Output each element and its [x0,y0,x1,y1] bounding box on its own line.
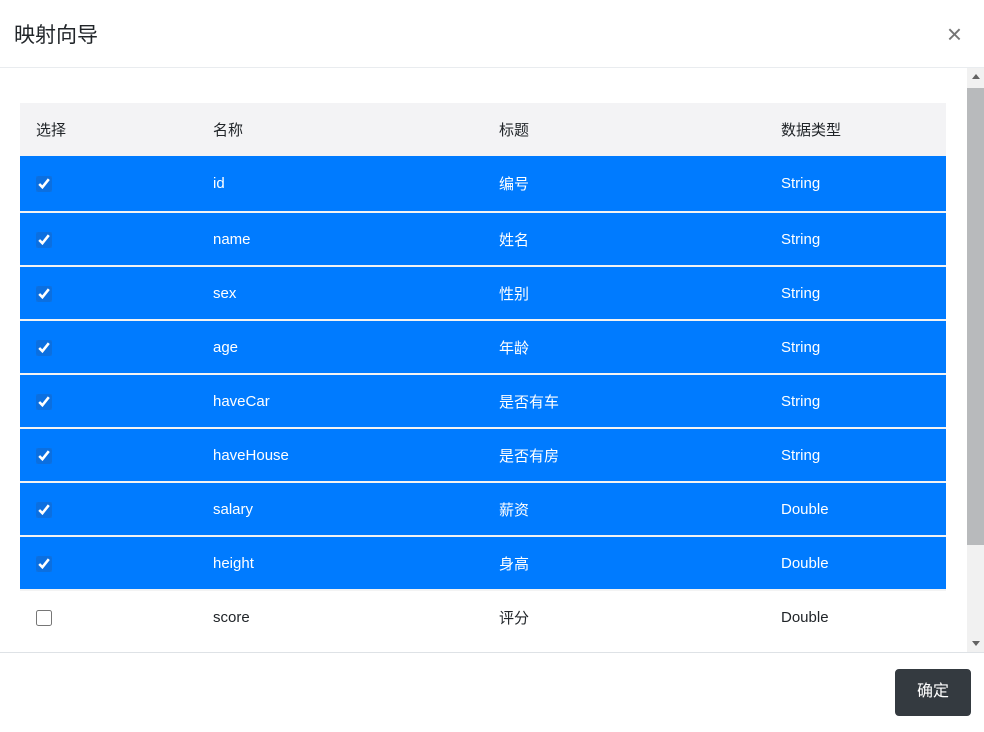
row-select-checkbox[interactable] [36,176,52,193]
cell-title: 评分 [483,589,765,644]
table-row[interactable]: haveCar 是否有车 String [20,373,946,428]
row-select-checkbox[interactable] [36,447,52,464]
cell-name: score [197,589,483,644]
table-body: id 编号 String name 姓名 String sex 性别 String age 年龄 St… [20,156,946,644]
column-header-datatype: 数据类型 [765,103,946,156]
cell-type: String [765,156,946,212]
column-header-select: 选择 [20,103,197,156]
cell-select [20,211,197,266]
table-row[interactable]: haveHouse 是否有房 String [20,427,946,482]
vertical-scrollbar[interactable] [967,68,984,652]
column-header-name: 名称 [197,103,483,156]
confirm-button[interactable]: 确定 [894,669,971,716]
column-header-title: 标题 [483,103,765,156]
cell-title: 年龄 [483,319,765,374]
cell-title: 是否有车 [483,373,765,428]
row-select-checkbox[interactable] [36,339,52,356]
scrollbar-thumb[interactable] [967,88,984,545]
row-select-checkbox[interactable] [36,285,52,302]
row-select-checkbox[interactable] [36,393,52,410]
cell-title: 编号 [483,156,765,212]
cell-title: 姓名 [483,211,765,266]
cell-name: age [197,319,483,374]
cell-select [20,156,197,212]
cell-name: salary [197,481,483,536]
arrow-up-icon [971,74,980,79]
cell-type: Double [765,589,946,644]
cell-name: name [197,211,483,266]
cell-select [20,427,197,482]
cell-type: String [765,211,946,266]
cell-name: sex [197,265,483,320]
table-header-row: 选择 名称 标题 数据类型 [20,103,946,156]
cell-select [20,265,197,320]
dialog-body: 选择 名称 标题 数据类型 id 编号 String name 姓名 String sex 性… [0,68,984,652]
cell-type: String [765,427,946,482]
cell-type: String [765,319,946,374]
cell-name: id [197,156,483,212]
cell-select [20,481,197,536]
table-row[interactable]: id 编号 String [20,156,946,212]
scroll-up-button[interactable] [967,68,984,85]
cell-name: height [197,535,483,590]
row-select-checkbox[interactable] [36,231,52,248]
table-row[interactable]: sex 性别 String [20,265,946,320]
row-select-checkbox[interactable] [36,610,52,627]
cell-type: Double [765,535,946,590]
cell-select [20,589,197,644]
table-row[interactable]: salary 薪资 Double [20,481,946,536]
cell-type: String [765,373,946,428]
cell-title: 是否有房 [483,427,765,482]
dialog-footer: 确定 [0,652,984,732]
row-select-checkbox[interactable] [36,501,52,518]
dialog-header: 映射向导 × [0,0,984,68]
dialog-title: 映射向导 [14,23,98,47]
cell-select [20,535,197,590]
table-row[interactable]: score 评分 Double [20,589,946,644]
mapping-wizard-dialog: 映射向导 × 选择 名称 标题 数据类型 id 编号 String name 姓名 Str… [0,0,984,732]
table-row[interactable]: age 年龄 String [20,319,946,374]
scroll-down-button[interactable] [967,635,984,652]
cell-type: String [765,265,946,320]
mapping-table: 选择 名称 标题 数据类型 id 编号 String name 姓名 String sex 性… [20,103,946,644]
cell-name: haveHouse [197,427,483,482]
cell-title: 薪资 [483,481,765,536]
table-row[interactable]: height 身高 Double [20,535,946,590]
cell-name: haveCar [197,373,483,428]
cell-title: 身高 [483,535,765,590]
row-select-checkbox[interactable] [36,555,52,572]
cell-type: Double [765,481,946,536]
cell-select [20,373,197,428]
close-icon[interactable]: × [935,15,974,53]
arrow-down-icon [971,641,980,646]
table-row[interactable]: name 姓名 String [20,211,946,266]
cell-title: 性别 [483,265,765,320]
cell-select [20,319,197,374]
